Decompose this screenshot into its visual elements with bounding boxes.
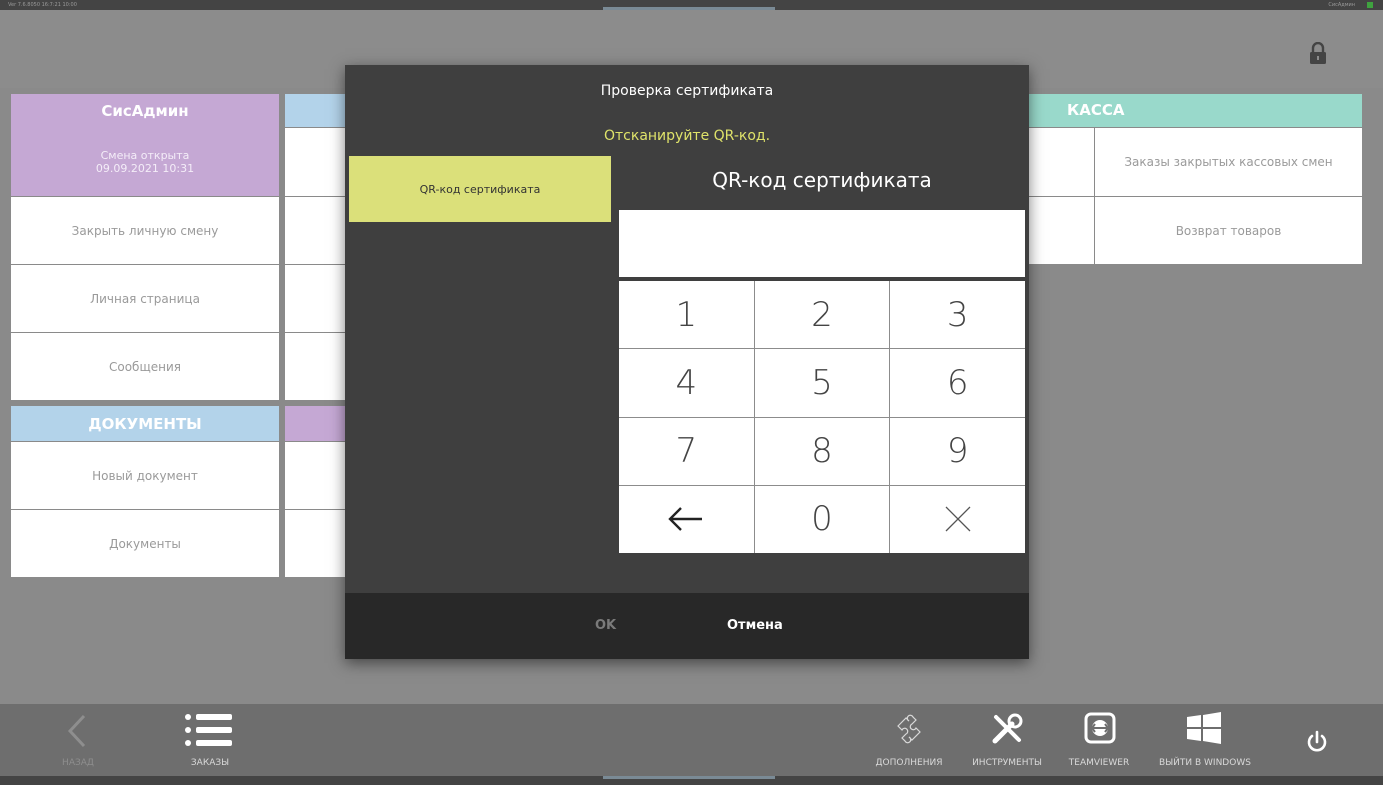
- middle-tile[interactable]: [285, 265, 345, 332]
- teamviewer-icon: [1084, 712, 1116, 744]
- key-4[interactable]: 4: [619, 349, 754, 417]
- power-icon[interactable]: [1305, 730, 1329, 754]
- numeric-keypad: 1 2 3 4 5 6 7 8 9 0: [619, 281, 1025, 553]
- top-status-bar: Ver 7.6.8050 16:7:21 10:00 СисАдмин: [0, 0, 1383, 10]
- personal-page-button[interactable]: Личная страница: [11, 265, 279, 332]
- back-label: НАЗАД: [62, 758, 94, 768]
- key-7[interactable]: 7: [619, 417, 754, 485]
- back-button[interactable]: НАЗАД: [50, 704, 106, 776]
- middle-tile[interactable]: [285, 197, 345, 264]
- cancel-button[interactable]: Отмена: [727, 593, 783, 659]
- addons-label: ДОПОЛНЕНИЯ: [875, 758, 943, 768]
- clear-icon: [945, 506, 971, 532]
- bottom-indicator: [603, 776, 775, 779]
- kassa-tile[interactable]: [1029, 128, 1094, 196]
- key-9[interactable]: 9: [890, 417, 1025, 485]
- messages-button[interactable]: Сообщения: [11, 333, 279, 400]
- addons-button[interactable]: ДОПОЛНЕНИЯ: [866, 704, 952, 776]
- close-shift-button[interactable]: Закрыть личную смену: [11, 197, 279, 264]
- tools-icon: [992, 713, 1023, 744]
- returns-button[interactable]: Возврат товаров: [1095, 197, 1362, 264]
- dialog-footer: OK Отмена: [345, 593, 1029, 659]
- ok-button[interactable]: OK: [595, 593, 616, 659]
- windows-icon: [1187, 712, 1221, 744]
- qr-code-input[interactable]: [619, 210, 1025, 277]
- user-panel-title: СисАдмин: [11, 94, 279, 127]
- clear-key[interactable]: [890, 485, 1025, 553]
- connection-indicator: [1367, 2, 1373, 8]
- list-icon: [185, 714, 232, 746]
- documents-button[interactable]: Документы: [11, 510, 279, 577]
- shift-status-text: Смена открыта: [100, 149, 190, 162]
- middle-tile[interactable]: [285, 442, 345, 509]
- documents-panel-title: ДОКУМЕНТЫ: [11, 406, 279, 441]
- exit-windows-label: ВЫЙТИ В WINDOWS: [1159, 758, 1251, 768]
- key-3[interactable]: 3: [890, 281, 1025, 349]
- key-2[interactable]: 2: [754, 281, 890, 349]
- back-arrow-icon: [67, 714, 86, 748]
- teamviewer-label: TEAMVIEWER: [1068, 758, 1130, 768]
- dialog-title: Проверка сертификата: [600, 83, 774, 99]
- middle-tile[interactable]: [285, 333, 345, 400]
- puzzle-icon: [897, 714, 921, 744]
- shift-datetime: 09.09.2021 10:31: [95, 162, 195, 175]
- version-text: Ver 7.6.8050 16:7:21 10:00: [8, 2, 77, 8]
- key-8[interactable]: 8: [754, 417, 890, 485]
- exit-windows-button[interactable]: ВЫЙТИ В WINDOWS: [1146, 704, 1264, 776]
- qr-certificate-tab[interactable]: QR-код сертификата: [349, 156, 611, 222]
- top-user-text: СисАдмин: [1328, 2, 1355, 8]
- middle-tile[interactable]: [285, 510, 345, 577]
- orders-label: ЗАКАЗЫ: [190, 758, 230, 768]
- kassa-panel-title: КАССА: [1029, 94, 1362, 127]
- backspace-arrow-icon: [668, 507, 703, 532]
- key-0[interactable]: 0: [754, 485, 890, 553]
- shift-status: Смена открыта 09.09.2021 10:31: [11, 127, 279, 196]
- key-5[interactable]: 5: [754, 349, 890, 417]
- tools-label: ИНСТРУМЕНТЫ: [972, 758, 1042, 768]
- middle-panel-header: [285, 406, 345, 441]
- key-1[interactable]: 1: [619, 281, 754, 349]
- dialog-subtitle: Отсканируйте QR-код.: [603, 128, 771, 144]
- orders-button[interactable]: ЗАКАЗЫ: [180, 704, 240, 776]
- key-6[interactable]: 6: [890, 349, 1025, 417]
- field-label: QR-код сертификата: [712, 168, 932, 192]
- teamviewer-button[interactable]: TEAMVIEWER: [1060, 704, 1138, 776]
- kassa-tile[interactable]: [1029, 197, 1094, 264]
- bottom-status-bar: [0, 776, 1383, 785]
- tools-button[interactable]: ИНСТРУМЕНТЫ: [962, 704, 1052, 776]
- bottom-toolbar: НАЗАД ЗАКАЗЫ ДОПОЛНЕНИЯ ИНСТРУМЕНТЫ TEAM…: [0, 704, 1383, 776]
- lock-icon[interactable]: [1309, 42, 1327, 64]
- middle-panel-header: [285, 94, 345, 127]
- certificate-dialog: Проверка сертификата Отсканируйте QR-код…: [345, 65, 1029, 659]
- closed-shift-orders-button[interactable]: Заказы закрытых кассовых смен: [1095, 128, 1362, 196]
- middle-tile[interactable]: [285, 128, 345, 196]
- new-document-button[interactable]: Новый документ: [11, 442, 279, 509]
- backspace-key[interactable]: [619, 485, 754, 553]
